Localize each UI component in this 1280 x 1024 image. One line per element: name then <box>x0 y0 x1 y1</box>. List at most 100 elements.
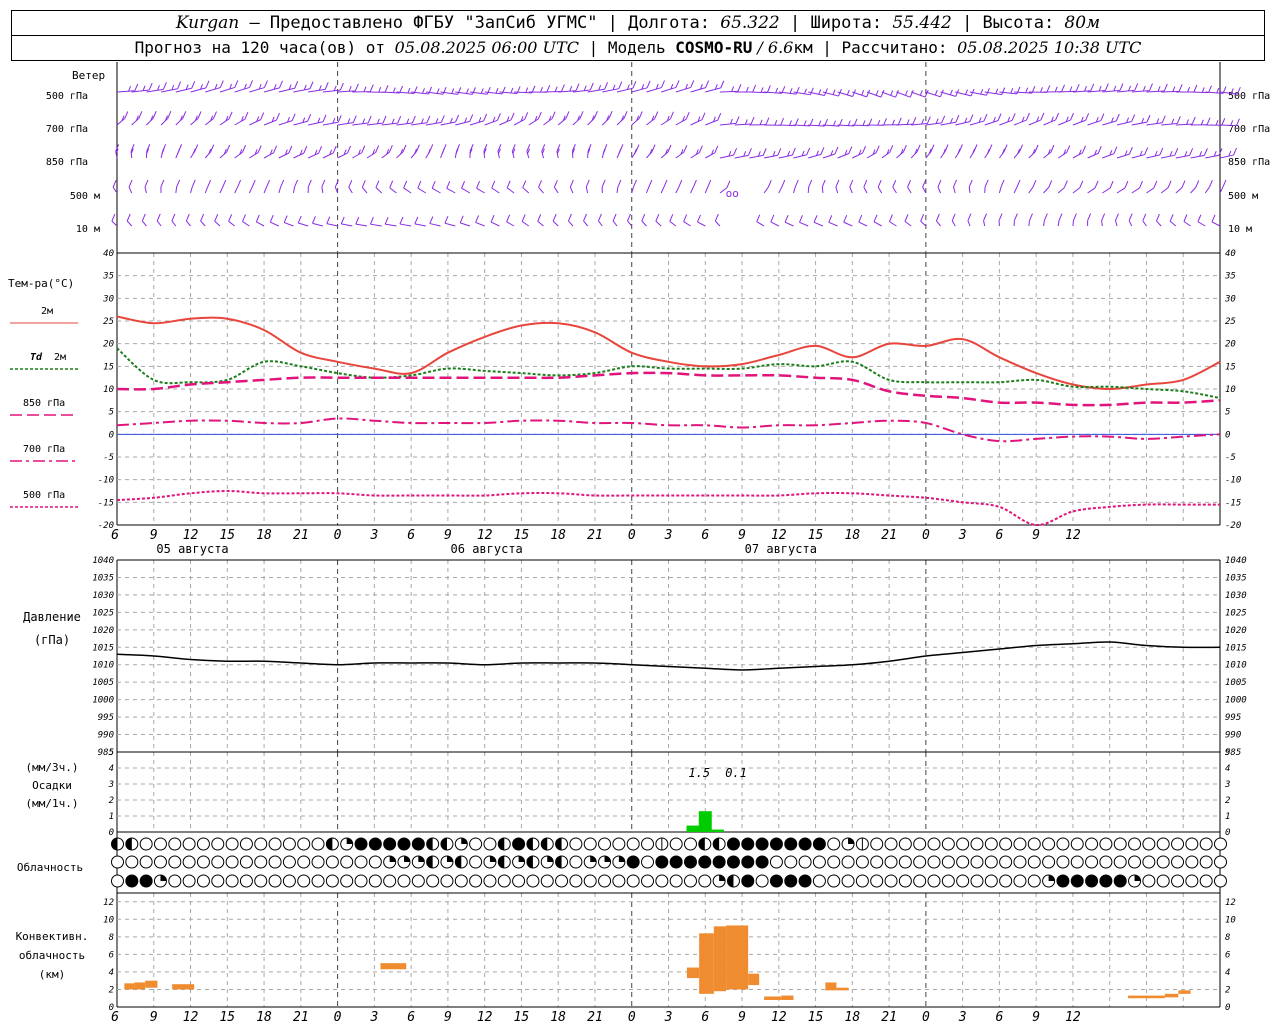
cloud-cover-symbol <box>1085 855 1099 869</box>
wind-barb-feather <box>242 145 246 153</box>
x-tick-label: 6 <box>407 528 415 543</box>
wind-barb-shaft <box>156 220 162 227</box>
wind-barb-feather <box>307 114 312 122</box>
wind-barb-shaft <box>813 221 824 227</box>
wind-barb <box>414 216 426 227</box>
wind-barb-shaft <box>910 151 918 159</box>
wind-barb-feather <box>214 213 219 222</box>
cloud-cover-symbol <box>870 855 884 869</box>
cloud-circle <box>440 874 454 888</box>
cloud-half <box>541 838 548 850</box>
wind-barb <box>660 179 668 194</box>
wind-barb-feather <box>889 145 894 153</box>
cloud-cover-symbol <box>1085 837 1099 851</box>
cloud-cover-symbol <box>827 874 841 888</box>
wind-barb-shaft <box>491 187 500 194</box>
wind-barb <box>1146 180 1158 194</box>
wind-barb-shaft <box>431 187 441 194</box>
wind-barb-shaft <box>537 220 544 227</box>
cloud-cover-symbol <box>913 874 927 888</box>
cloud-circle <box>669 837 683 851</box>
wind-barb-feather <box>375 180 380 188</box>
wind-barb <box>513 112 529 126</box>
wind-barb <box>835 179 840 194</box>
wind-barb <box>537 214 544 227</box>
wind-barb-feather <box>138 111 143 119</box>
wind-barb <box>873 214 882 227</box>
cloud-cover-symbol <box>454 855 468 869</box>
cloud-half <box>125 838 132 850</box>
cloud-cover-symbol <box>655 855 669 869</box>
cloud-quarter <box>403 856 410 862</box>
precip-total-label: 1.5 <box>688 766 710 780</box>
wind-barb-feather <box>669 111 674 120</box>
wind-barb-shaft <box>705 119 718 126</box>
wind-barb-shaft <box>396 122 413 126</box>
cloud-overcast <box>139 874 153 888</box>
wind-barb-feather <box>382 115 387 124</box>
cloud-cover-symbol <box>211 837 225 851</box>
wind-barb <box>307 145 323 159</box>
wind-barb-feather <box>197 111 202 119</box>
cloud-cover-symbol <box>641 874 655 888</box>
wind-barb-shaft <box>557 118 567 126</box>
wind-barb <box>998 144 1008 159</box>
wind-barb-shaft <box>843 221 853 227</box>
temp-tick-label-right: 35 <box>1224 272 1236 282</box>
wind-barb-shaft <box>645 186 650 194</box>
wind-barb <box>1043 84 1065 93</box>
cloud-circle <box>1142 837 1156 851</box>
cloud-cover-symbol <box>325 855 339 869</box>
wind-barb-shaft <box>910 91 926 98</box>
cloud-cover-symbol <box>340 855 354 869</box>
wind-barb-feather <box>560 84 565 92</box>
cloud-cover-symbol <box>769 874 783 888</box>
cloud-cover-symbol <box>970 837 984 851</box>
x-tick-label-bottom: 6 <box>995 1010 1003 1024</box>
wind-barb-shaft <box>234 118 246 126</box>
wind-barb-feather <box>552 213 557 222</box>
cloud-circle <box>111 874 124 888</box>
conv-cloud-bar <box>699 933 714 994</box>
wind-barb <box>612 213 618 227</box>
pressure-tick-label-right: 1015 <box>1225 643 1247 653</box>
wind-barb-feather <box>765 117 770 125</box>
wind-barb <box>778 179 786 194</box>
wind-barb <box>522 180 530 194</box>
wind-barb <box>1190 180 1200 194</box>
cloud-cover-symbol <box>497 874 511 888</box>
temp-tick-label-left: 5 <box>109 408 114 418</box>
wind-barb-feather <box>967 213 972 221</box>
wind-barb <box>326 216 338 227</box>
wind-barb-feather <box>873 214 878 223</box>
temp-tick-label-left: -15 <box>98 498 114 508</box>
wind-barb-feather <box>575 83 580 91</box>
cloud-cover-symbol <box>1056 855 1070 869</box>
wind-barb-shaft <box>998 186 1002 194</box>
cloud-cover-symbol <box>1142 855 1156 869</box>
cloud-cover-symbol <box>111 874 124 888</box>
cloud-circle <box>111 855 124 869</box>
wind-barb <box>837 146 853 159</box>
wind-barb-feather <box>789 88 793 94</box>
cloud-cover-symbol <box>555 874 569 888</box>
cloud-circle <box>1156 855 1170 869</box>
wind-barb-feather <box>701 112 706 120</box>
wind-barb <box>278 113 296 126</box>
wind-barb <box>904 214 912 227</box>
x-tick-label-bottom: 9 <box>738 1010 746 1024</box>
cloud-circle <box>125 855 139 869</box>
wind-barb-feather <box>378 87 382 93</box>
wind-barb-feather <box>1203 148 1208 156</box>
wind-barb <box>569 179 574 194</box>
wind-barb-shaft <box>953 186 956 194</box>
wind-barb-feather <box>455 114 460 123</box>
wind-barb-feather <box>1218 148 1223 156</box>
wind-barb <box>528 85 551 93</box>
wind-barb-feather <box>1016 179 1021 188</box>
wind-barb <box>340 216 353 227</box>
wind-barb <box>756 214 765 227</box>
wind-barb-feather <box>369 84 374 92</box>
conv-tick-label-left: 8 <box>109 933 114 943</box>
wind-barb-shaft <box>1146 154 1160 159</box>
